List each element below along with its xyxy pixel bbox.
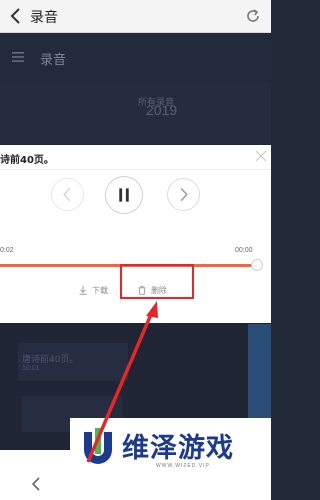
year-label: 2019: [146, 102, 178, 118]
back-nav-icon[interactable]: [30, 476, 42, 492]
app-title: 录音: [40, 53, 67, 68]
chevron-right-icon: [180, 187, 188, 202]
previous-button[interactable]: [51, 178, 84, 211]
browser-title: 录音: [30, 10, 58, 26]
watermark-logo: 维泽游戏 WWW.WIZED.VIP: [70, 418, 271, 500]
download-label: 下载: [92, 286, 108, 295]
pause-button[interactable]: [105, 176, 143, 214]
progress-handle[interactable]: [251, 259, 263, 271]
elapsed-time: 0:02: [0, 247, 14, 254]
pause-icon: [119, 188, 129, 202]
chevron-left-icon: [63, 187, 71, 202]
list-item[interactable]: 唐诗前40页。 10:01: [18, 343, 128, 381]
back-arrow-icon[interactable]: [8, 6, 24, 26]
app-header: 录音: [0, 34, 271, 82]
list-item-time: 10:01: [22, 365, 40, 372]
download-icon: [79, 286, 87, 295]
list-item-title: 唐诗前40页。: [22, 355, 79, 365]
logo-icon: [84, 428, 112, 464]
delete-highlight-box: [120, 264, 194, 299]
total-time: 00:00: [235, 247, 253, 254]
recordings-summary-card: [0, 82, 271, 144]
browser-toolbar: 录音: [0, 0, 271, 33]
menu-icon[interactable]: [12, 51, 24, 63]
divider: [0, 169, 271, 170]
logo-text: 维泽游戏: [122, 433, 234, 464]
refresh-icon[interactable]: [245, 8, 261, 24]
recording-title: 诗前40页。: [0, 155, 54, 166]
logo-subtext: WWW.WIZED.VIP: [156, 463, 210, 469]
next-button[interactable]: [167, 178, 200, 211]
close-icon[interactable]: [255, 150, 267, 162]
